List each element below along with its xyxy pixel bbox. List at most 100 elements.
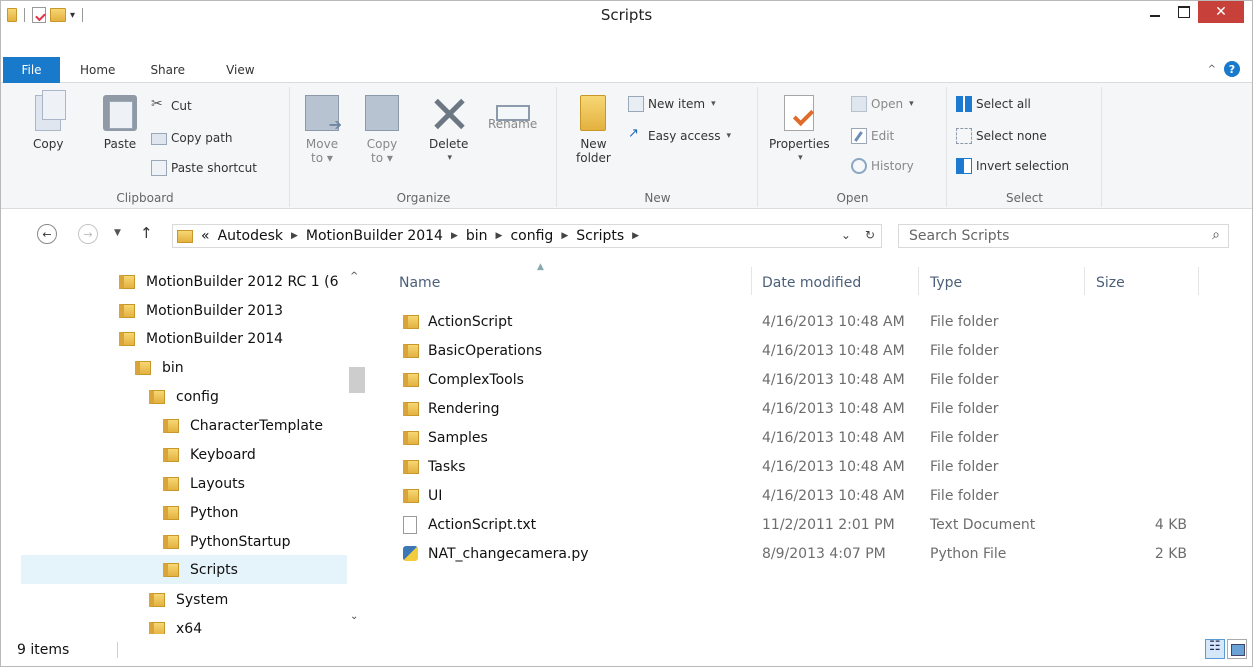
breadcrumb-scripts[interactable]: Scripts [576,228,624,244]
breadcrumb-motionbuilder-2014[interactable]: MotionBuilder 2014 [306,228,443,244]
tree-item-scripts[interactable]: Scripts [21,555,347,584]
column-divider[interactable] [1198,267,1199,295]
file-date: 4/16/2013 10:48 AM [762,343,905,359]
up-arrow-icon[interactable]: ↑ [140,224,153,242]
minimize-ribbon-icon[interactable]: ^ [1208,64,1216,75]
chevron-right-icon[interactable]: ▶ [496,231,503,241]
search-box[interactable]: Search Scripts ⌕ [898,224,1229,248]
open-button[interactable]: Open ▾ [851,93,914,115]
edit-button[interactable]: Edit [851,125,894,147]
copy-path-button[interactable]: Copy path [151,127,233,149]
column-header-type[interactable]: Type [930,269,962,297]
tree-item-motionbuilder-2012[interactable]: MotionBuilder 2012 RC 1 (6 [119,267,339,296]
explorer-window: ▾ Scripts ✕ File Home Share View ^ ? Cop… [0,0,1253,667]
edit-icon [851,128,867,144]
folder-icon [163,562,179,577]
file-name: Rendering [428,401,500,417]
tree-item-motionbuilder-2014[interactable]: MotionBuilder 2014 [119,324,283,353]
chevron-right-icon[interactable]: ▶ [291,231,298,241]
column-header-name[interactable]: Name [399,269,440,297]
properties-label: Properties [769,137,830,151]
scrollbar-thumb[interactable] [349,367,365,393]
invert-selection-button[interactable]: Invert selection [956,155,1069,177]
search-icon[interactable]: ⌕ [1212,227,1220,243]
tab-view[interactable]: View [198,57,267,83]
forward-button[interactable]: → [78,224,98,244]
scroll-down-icon[interactable]: ⌄ [350,611,358,622]
address-bar[interactable]: « Autodesk ▶ MotionBuilder 2014 ▶ bin ▶ … [172,224,882,248]
cut-button[interactable]: Cut [151,95,192,117]
tree-item-system[interactable]: System [149,585,228,614]
select-all-button[interactable]: Select all [956,93,1031,115]
rename-button[interactable]: Rename [488,95,537,131]
file-row[interactable]: Samples 4/16/2013 10:48 AM File folder [381,424,1221,453]
tree-item-x64[interactable]: x64 [149,614,202,634]
copy-button[interactable]: Copy [33,90,67,151]
refresh-icon[interactable]: ↻ [865,228,875,242]
file-row[interactable]: NAT_changecamera.py 8/9/2013 4:07 PM Pyt… [381,540,1221,569]
file-date: 4/16/2013 10:48 AM [762,401,905,417]
new-folder-button[interactable]: New folder [576,95,611,165]
chevron-right-icon[interactable]: ▶ [561,231,568,241]
file-size: 2 KB [1154,546,1187,562]
help-icon[interactable]: ? [1224,61,1240,77]
file-row[interactable]: ActionScript.txt 11/2/2011 2:01 PM Text … [381,511,1221,540]
tree-item-config[interactable]: config [149,382,219,411]
navigation-scrollbar[interactable]: ^ ⌄ [347,271,365,631]
chevron-right-icon[interactable]: ▶ [451,231,458,241]
delete-button[interactable]: Delete ▾ [429,95,468,165]
file-row[interactable]: BasicOperations 4/16/2013 10:48 AM File … [381,337,1221,366]
breadcrumb-bin[interactable]: bin [466,228,488,244]
close-button[interactable]: ✕ [1198,1,1244,23]
rename-icon [495,105,530,121]
file-row[interactable]: UI 4/16/2013 10:48 AM File folder [381,482,1221,511]
minimize-button[interactable] [1140,1,1169,23]
tab-home[interactable]: Home [60,57,128,83]
history-button[interactable]: History [851,155,914,177]
tree-item-keyboard[interactable]: Keyboard [163,440,256,469]
scroll-up-icon[interactable]: ^ [350,271,358,282]
column-divider[interactable] [1084,267,1085,295]
tree-item-label: MotionBuilder 2014 [146,330,284,347]
chevron-right-icon[interactable]: ▶ [632,231,639,241]
back-button[interactable]: ← [37,224,57,244]
select-none-button[interactable]: Select none [956,125,1047,147]
column-divider[interactable] [751,267,752,295]
properties-button[interactable]: Properties ▾ [769,95,830,165]
tab-share[interactable]: Share [128,57,198,83]
column-divider[interactable] [918,267,919,295]
folder-icon [135,360,151,375]
file-row[interactable]: ActionScript 4/16/2013 10:48 AM File fol… [381,308,1221,337]
ribbon-help-area: ^ ? [1208,61,1240,77]
file-row[interactable]: Tasks 4/16/2013 10:48 AM File folder [381,453,1221,482]
file-row[interactable]: ComplexTools 4/16/2013 10:48 AM File fol… [381,366,1221,395]
file-size: 4 KB [1154,517,1187,533]
recent-locations-icon[interactable]: ▼ [114,228,121,238]
tree-item-bin[interactable]: bin [135,353,184,382]
tree-item-layouts[interactable]: Layouts [163,469,245,498]
breadcrumb-autodesk[interactable]: Autodesk [218,228,283,244]
large-icons-view-icon[interactable] [1227,639,1247,659]
paste-shortcut-button[interactable]: Paste shortcut [151,157,257,179]
details-view-icon[interactable] [1205,639,1225,659]
easy-access-button[interactable]: Easy access ▾ [628,125,731,147]
tab-file[interactable]: File [3,57,60,83]
address-overflow[interactable]: « [201,228,210,244]
folder-icon [403,344,419,358]
chevron-down-icon[interactable]: ▾ [798,151,803,165]
chevron-down-icon[interactable]: ⌄ [841,228,851,242]
tree-item-motionbuilder-2013[interactable]: MotionBuilder 2013 [119,296,283,325]
tree-item-pythonstartup[interactable]: PythonStartup [163,527,291,556]
new-item-button[interactable]: New item ▾ [628,93,716,115]
move-to-button[interactable]: Move to ▾ [305,95,342,165]
chevron-down-icon[interactable]: ▾ [447,151,452,165]
paste-button[interactable]: Paste [103,95,137,151]
copy-to-button[interactable]: Copy to ▾ [365,95,399,165]
maximize-button[interactable] [1169,1,1198,23]
column-header-date-modified[interactable]: Date modified [762,269,861,297]
file-row[interactable]: Rendering 4/16/2013 10:48 AM File folder [381,395,1221,424]
breadcrumb-config[interactable]: config [510,228,553,244]
column-header-size[interactable]: Size [1096,269,1125,297]
tree-item-python[interactable]: Python [163,498,239,527]
tree-item-charactertemplate[interactable]: CharacterTemplate [163,411,323,440]
